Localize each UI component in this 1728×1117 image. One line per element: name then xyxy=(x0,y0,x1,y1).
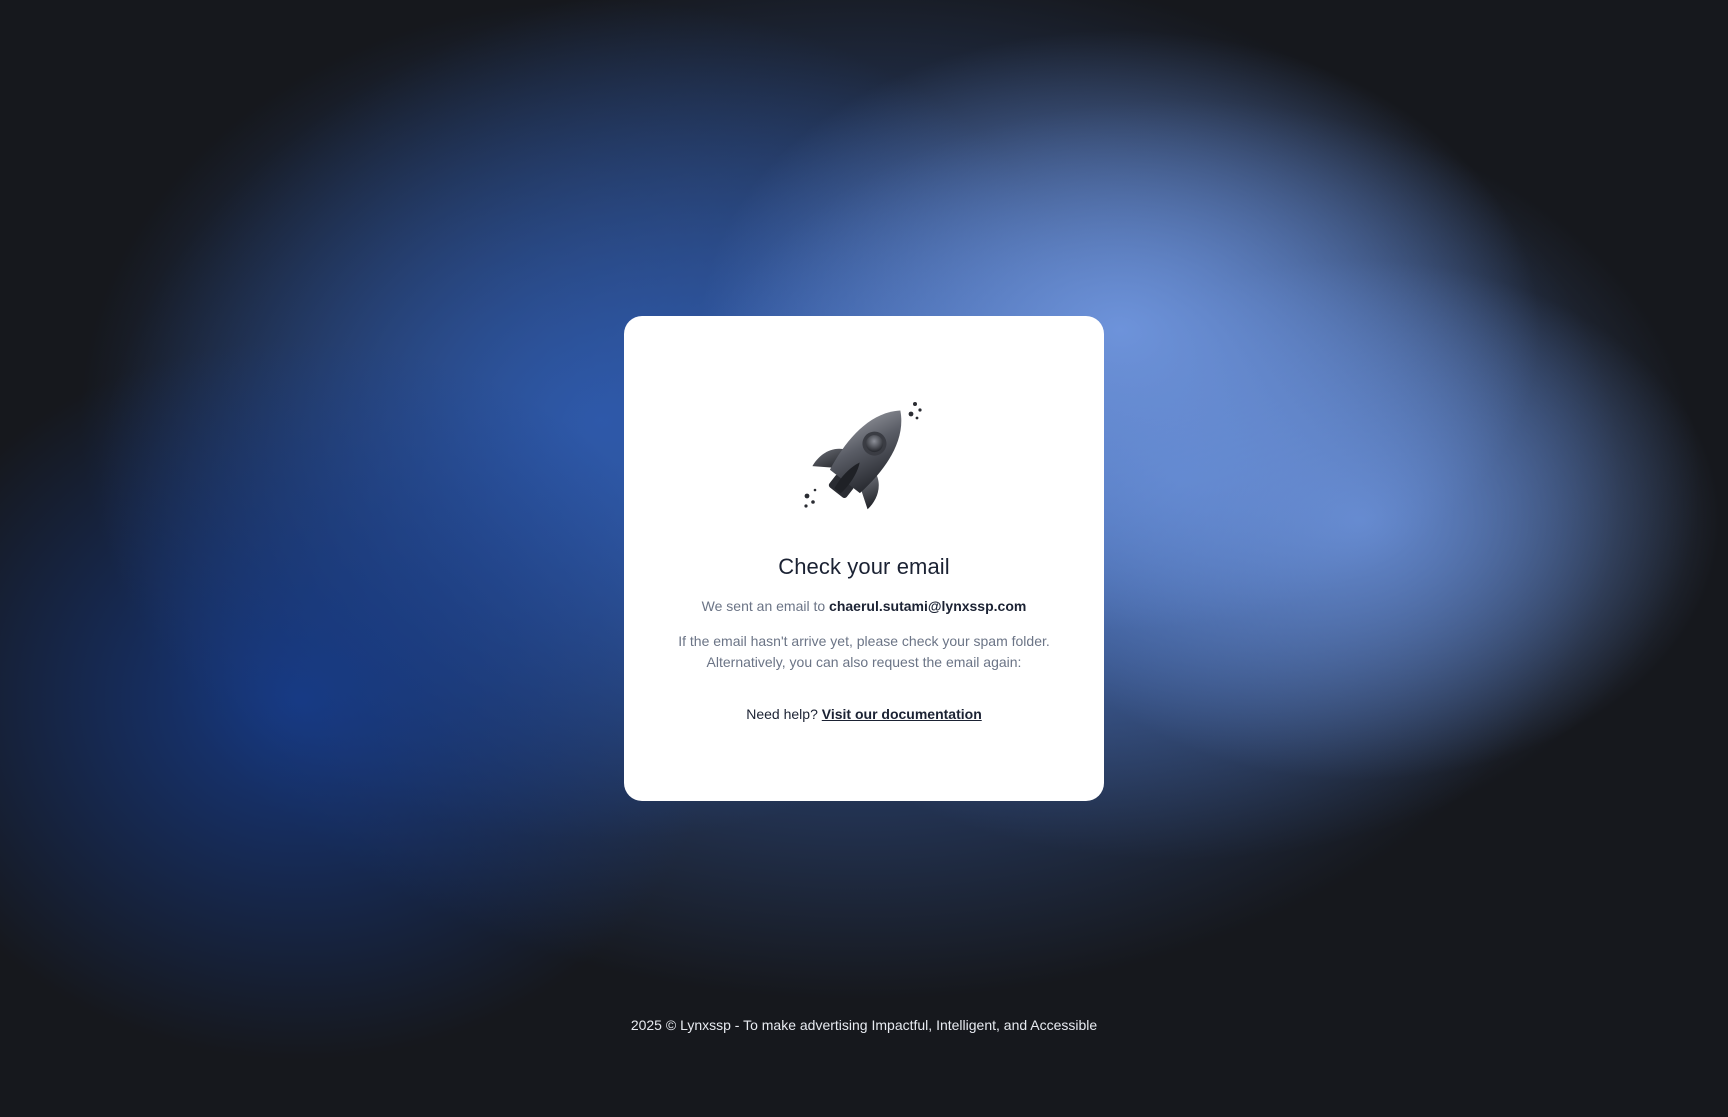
hint-line-1: If the email hasn't arrive yet, please c… xyxy=(678,633,1050,649)
page-background: Check your email We sent an email to cha… xyxy=(0,0,1728,1117)
hint-line-2: Alternatively, you can also request the … xyxy=(706,654,1022,670)
help-row: Need help? Visit our documentation xyxy=(624,706,1104,722)
check-email-card: Check your email We sent an email to cha… xyxy=(624,316,1104,801)
sent-message: We sent an email to chaerul.sutami@lynxs… xyxy=(624,598,1104,614)
help-prefix: Need help? xyxy=(746,706,818,722)
rocket-icon xyxy=(804,402,922,510)
spam-hint: If the email hasn't arrive yet, please c… xyxy=(644,631,1084,673)
rocket-illustration xyxy=(624,392,1104,532)
page-title: Check your email xyxy=(778,554,950,579)
sent-prefix: We sent an email to xyxy=(701,598,826,614)
footer-copyright: 2025 © Lynxssp - To make advertising Imp… xyxy=(630,1017,1098,1033)
documentation-link[interactable]: Visit our documentation xyxy=(822,706,982,722)
recipient-email: chaerul.sutami@lynxssp.com xyxy=(829,598,1027,614)
